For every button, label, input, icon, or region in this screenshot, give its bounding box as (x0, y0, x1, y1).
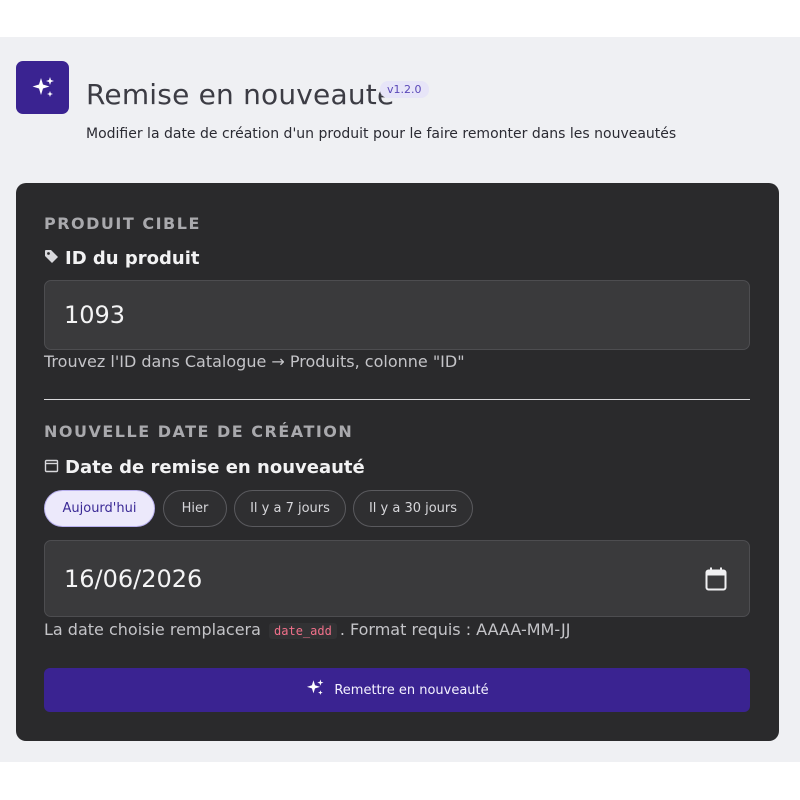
date-hint-suffix: . Format requis : AAAA-MM-JJ (339, 620, 571, 639)
page-header: Remise en nouveauté v1.2.0 Modifier la d… (16, 61, 786, 156)
tag-icon (44, 248, 59, 269)
preset-today-chip[interactable]: Aujourd'hui (44, 490, 155, 527)
version-badge: v1.2.0 (380, 81, 429, 98)
date-value: 16/06/2026 (64, 564, 203, 593)
preset-yesterday-chip[interactable]: Hier (163, 490, 227, 527)
page-title: Remise en nouveauté (86, 78, 395, 111)
product-id-value: 1093 (64, 301, 126, 329)
sparkles-icon (305, 678, 325, 702)
preset-30-days-chip[interactable]: Il y a 30 jours (353, 490, 473, 527)
section-divider (44, 399, 750, 400)
preset-7-days-chip[interactable]: Il y a 7 jours (234, 490, 346, 527)
submit-button[interactable]: Remettre en nouveauté (44, 668, 750, 712)
sparkles-icon (16, 61, 69, 114)
submit-label: Remettre en nouveauté (334, 682, 489, 698)
date-hint: La date choisie remplacera date_add. For… (44, 620, 570, 639)
product-id-label: ID du produit (44, 248, 199, 269)
product-id-hint: Trouvez l'ID dans Catalogue → Produits, … (44, 352, 465, 371)
date-input[interactable]: 16/06/2026 (44, 540, 750, 617)
section-label-date: Nouvelle date de création (44, 422, 354, 441)
form-card: Produit cible ID du produit 1093 Trouvez… (16, 183, 779, 741)
date-label: Date de remise en nouveauté (44, 457, 365, 478)
date-label-text: Date de remise en nouveauté (65, 457, 365, 478)
product-id-label-text: ID du produit (65, 248, 200, 269)
page-subtitle: Modifier la date de création d'un produi… (86, 126, 677, 142)
date-hint-prefix: La date choisie remplacera (44, 620, 261, 639)
section-label-product: Produit cible (44, 214, 201, 233)
calendar-picker-icon[interactable] (705, 567, 727, 597)
date-add-code: date_add (269, 623, 337, 639)
calendar-icon (44, 457, 59, 478)
product-id-input[interactable]: 1093 (44, 280, 750, 350)
